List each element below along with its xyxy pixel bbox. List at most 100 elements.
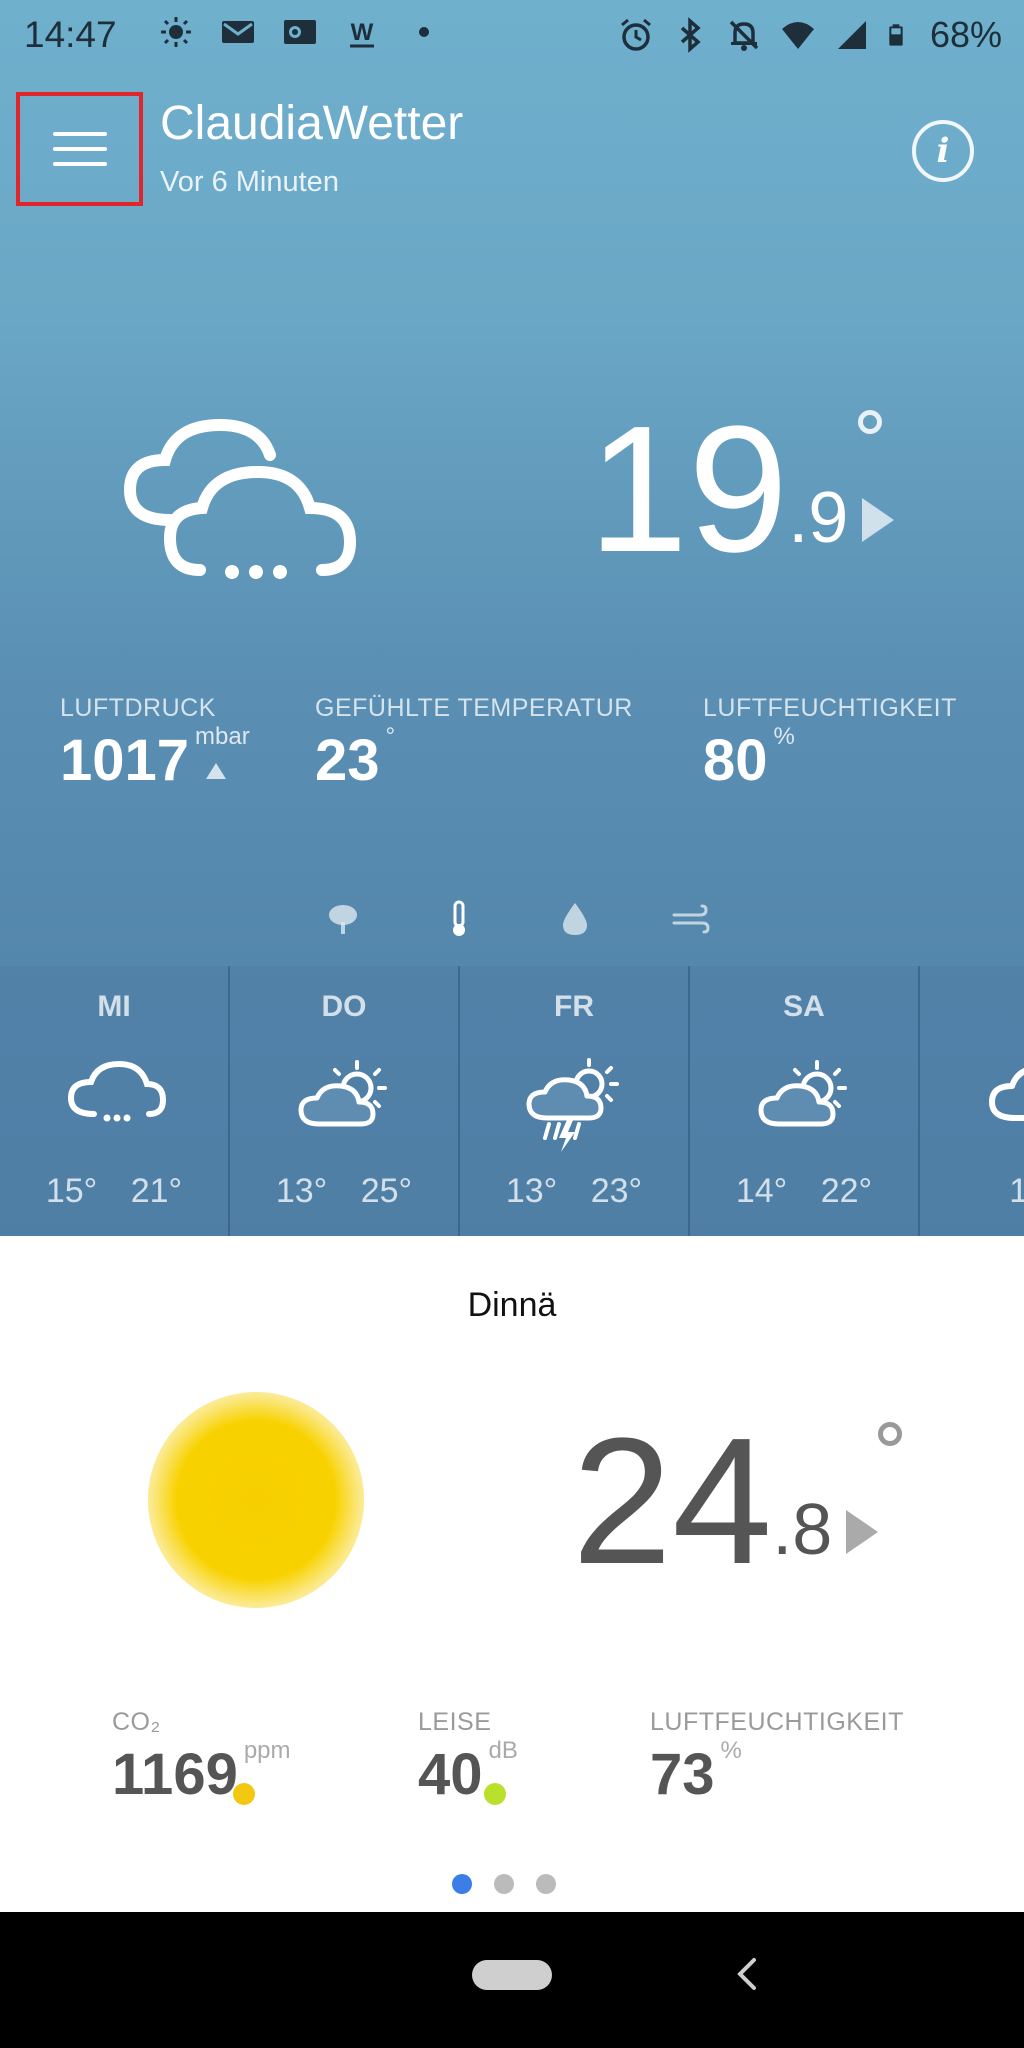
degree-symbol — [858, 410, 882, 434]
stat-unit: ° — [385, 723, 396, 750]
tree-icon — [329, 905, 357, 934]
day-temps: 14° 22° — [690, 1172, 918, 1211]
status-time: 14:47 — [24, 14, 117, 55]
system-navigation-bar — [0, 1912, 1024, 2048]
mail-icon — [222, 21, 254, 43]
alarm-icon — [620, 18, 651, 51]
day-name: SA — [783, 990, 825, 1023]
weather-icon — [161, 17, 191, 47]
stat-unit: dB — [488, 1737, 518, 1764]
trend-up-icon — [205, 763, 226, 779]
co2-level-dot — [232, 1783, 255, 1805]
wifi-icon — [781, 22, 814, 49]
svg-text:W: W — [351, 19, 374, 46]
indoor-module-card[interactable]: Dinnä 24 .8 CO₂ 1169 ppm LEISE 40 dB LUF… — [0, 1236, 1024, 1912]
info-button[interactable]: i — [912, 120, 974, 182]
temp-min: 14° — [735, 1172, 788, 1210]
page-indicator[interactable] — [452, 1874, 556, 1894]
home-button[interactable] — [472, 1960, 552, 1990]
daily-forecast[interactable]: MI 15° 21° DO 13° 25° FR 13° 23° SA 14° … — [0, 966, 1024, 1236]
stat-pressure: LUFTDRUCK 1017 mbar — [60, 694, 250, 793]
cloud-rain-icon — [123, 418, 357, 579]
tab-temperature[interactable] — [436, 896, 482, 942]
day-name: S — [920, 990, 1024, 1024]
temp-decimal: .9 — [788, 478, 849, 558]
thunderstorm-icon — [526, 1058, 619, 1152]
station-title: ClaudiaWetter — [160, 97, 464, 150]
forecast-day[interactable]: FR 13° 23° — [460, 966, 690, 1236]
day-temps: 13° 25° — [230, 1172, 458, 1211]
battery-percent: 68% — [929, 14, 1002, 55]
tab-forecast[interactable] — [320, 896, 366, 942]
temp-min: 13° — [505, 1172, 558, 1210]
cloud-rain-icon — [67, 1060, 167, 1122]
temp-integer: 19 — [588, 389, 789, 590]
stat-label: LUFTDRUCK — [60, 694, 216, 722]
stat-label: GEFÜHLTE TEMPERATUR — [315, 694, 633, 722]
day-temps: 15° 21° — [0, 1172, 228, 1211]
temp-max: 23° — [590, 1172, 643, 1210]
stat-value: 1017 — [60, 728, 190, 793]
temp-decimal: .8 — [772, 1490, 833, 1570]
stat-label: LEISE — [418, 1708, 492, 1736]
stat-unit: mbar — [195, 723, 250, 750]
stat-unit: % — [720, 1737, 742, 1764]
temp-max: 21° — [130, 1172, 183, 1210]
temp-min: 13° — [275, 1172, 328, 1210]
hamburger-icon — [52, 132, 107, 166]
day-temps: 13° — [920, 1172, 1024, 1211]
temp-min: 13° — [1009, 1172, 1024, 1210]
status-bar: 14:47 W 68% — [0, 0, 1024, 72]
tab-rain[interactable] — [552, 896, 598, 942]
stat-value: 1169 — [112, 1742, 238, 1807]
forecast-category-tabs — [320, 896, 714, 942]
temp-min: 15° — [45, 1172, 98, 1210]
tab-wind[interactable] — [668, 896, 714, 942]
outdoor-panel: 14:47 W 68% ClaudiaWetter Vor 6 Minuten … — [0, 0, 1024, 1236]
notification-icons: W — [158, 14, 442, 50]
info-icon: i — [936, 131, 950, 171]
stat-unit: ppm — [243, 1737, 291, 1764]
forecast-day[interactable]: DO 13° 25° — [230, 966, 460, 1236]
forecast-day[interactable]: SA 14° 22° — [690, 966, 920, 1236]
page-dot[interactable] — [536, 1874, 556, 1894]
module-title: Dinnä — [467, 1286, 557, 1324]
menu-button[interactable] — [16, 92, 143, 206]
stat-feels-like: GEFÜHLTE TEMPERATUR 23 ° — [315, 694, 633, 793]
wind-icon — [672, 904, 710, 934]
forecast-day[interactable]: S 13° — [920, 966, 1024, 1236]
system-icons: 68% — [618, 14, 1002, 56]
forecast-day[interactable]: MI 15° 21° — [0, 966, 230, 1236]
trend-arrow-icon — [846, 1510, 879, 1554]
stat-value: 80 — [703, 728, 768, 793]
page-dot[interactable] — [494, 1874, 514, 1894]
trend-arrow-icon — [862, 498, 895, 542]
day-name: MI — [97, 990, 131, 1023]
day-name: FR — [554, 990, 594, 1023]
dot-icon — [419, 27, 429, 37]
stat-label: LUFTFEUCHTIGKEIT — [650, 1708, 904, 1736]
stat-label: LUFTFEUCHTIGKEIT — [703, 694, 957, 722]
degree-symbol — [878, 1422, 902, 1446]
stat-co2: CO₂ 1169 ppm — [112, 1708, 291, 1807]
sun-indicator-icon — [148, 1392, 364, 1608]
temp-integer: 24 — [572, 1401, 773, 1602]
day-name: DO — [321, 990, 367, 1023]
outdoor-temperature[interactable]: 19 .9 — [588, 389, 895, 590]
temp-max: 25° — [360, 1172, 413, 1210]
mute-icon — [729, 20, 759, 51]
partly-sunny-icon — [758, 1060, 847, 1127]
bluetooth-icon — [680, 17, 701, 53]
stat-unit: % — [773, 723, 795, 750]
noise-level-dot — [483, 1783, 506, 1805]
stat-indoor-humidity: LUFTFEUCHTIGKEIT 73 % — [650, 1708, 904, 1807]
back-icon[interactable] — [732, 1952, 762, 1996]
last-updated: Vor 6 Minuten — [160, 166, 339, 198]
partly-sunny-icon — [298, 1060, 387, 1127]
page-dot-active[interactable] — [452, 1874, 472, 1894]
word-icon: W — [350, 19, 374, 48]
day-temps: 13° 23° — [460, 1172, 688, 1211]
stat-humidity: LUFTFEUCHTIGKEIT 80 % — [703, 694, 957, 793]
thermometer-icon — [453, 900, 465, 936]
indoor-temperature[interactable]: 24 .8 — [572, 1401, 902, 1602]
